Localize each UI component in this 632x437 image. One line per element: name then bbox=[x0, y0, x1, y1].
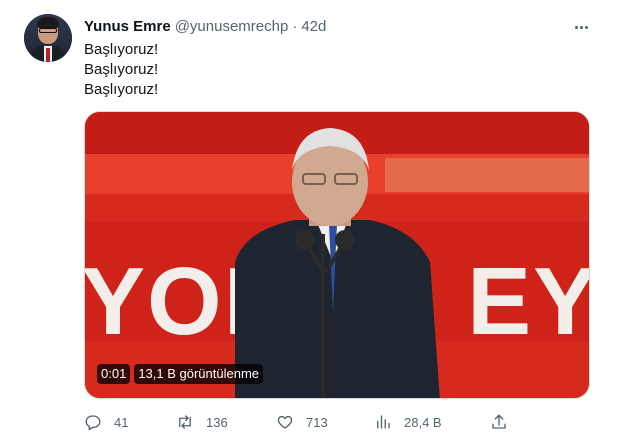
views-button[interactable]: 28,4 B bbox=[374, 411, 442, 433]
tweet-card[interactable]: Yunus Emre @yunusemrechp · 42d Başlıyoru… bbox=[0, 0, 632, 437]
retweet-icon bbox=[179, 415, 191, 429]
avatar[interactable] bbox=[24, 14, 72, 62]
author-handle[interactable]: @yunusemrechp bbox=[175, 18, 289, 35]
tweet-header: Yunus Emre @yunusemrechp · 42d bbox=[84, 18, 326, 35]
video-view-count: 13,1 B görüntülenme bbox=[134, 364, 264, 384]
video-timestamp: 0:01 bbox=[97, 364, 131, 384]
reply-count: 41 bbox=[114, 414, 129, 430]
retweet-count: 136 bbox=[206, 414, 228, 430]
more-dots-icon[interactable] bbox=[570, 18, 592, 36]
video-player[interactable]: YOR EY D 0:01 13,1 B görüntülenme bbox=[84, 111, 590, 399]
share-button[interactable] bbox=[490, 411, 508, 433]
views-count: 28,4 B bbox=[404, 414, 442, 430]
tweet-time[interactable]: 42d bbox=[301, 18, 326, 35]
tweet-text: Başlıyoruz! Başlıyoruz! Başlıyoruz! bbox=[84, 40, 158, 100]
reply-icon bbox=[85, 415, 101, 431]
analytics-icon bbox=[377, 415, 390, 429]
author-name[interactable]: Yunus Emre bbox=[84, 18, 171, 35]
like-count: 713 bbox=[306, 414, 328, 430]
share-icon bbox=[492, 414, 506, 429]
separator-dot: · bbox=[292, 18, 298, 35]
retweet-button[interactable]: 136 bbox=[176, 411, 228, 433]
like-button[interactable]: 713 bbox=[276, 411, 328, 433]
tweet-actions: 41 136 713 28,4 B bbox=[84, 411, 506, 433]
video-frame: YOR EY D bbox=[85, 112, 589, 398]
tweet-line: Başlıyoruz! bbox=[84, 61, 159, 78]
reply-button[interactable]: 41 bbox=[84, 411, 128, 433]
heart-icon bbox=[277, 415, 293, 429]
video-badges: 0:01 13,1 B görüntülenme bbox=[97, 364, 264, 384]
tweet-line: Başlıyoruz! bbox=[84, 81, 159, 98]
tweet-line: Başlıyoruz! bbox=[84, 41, 159, 58]
